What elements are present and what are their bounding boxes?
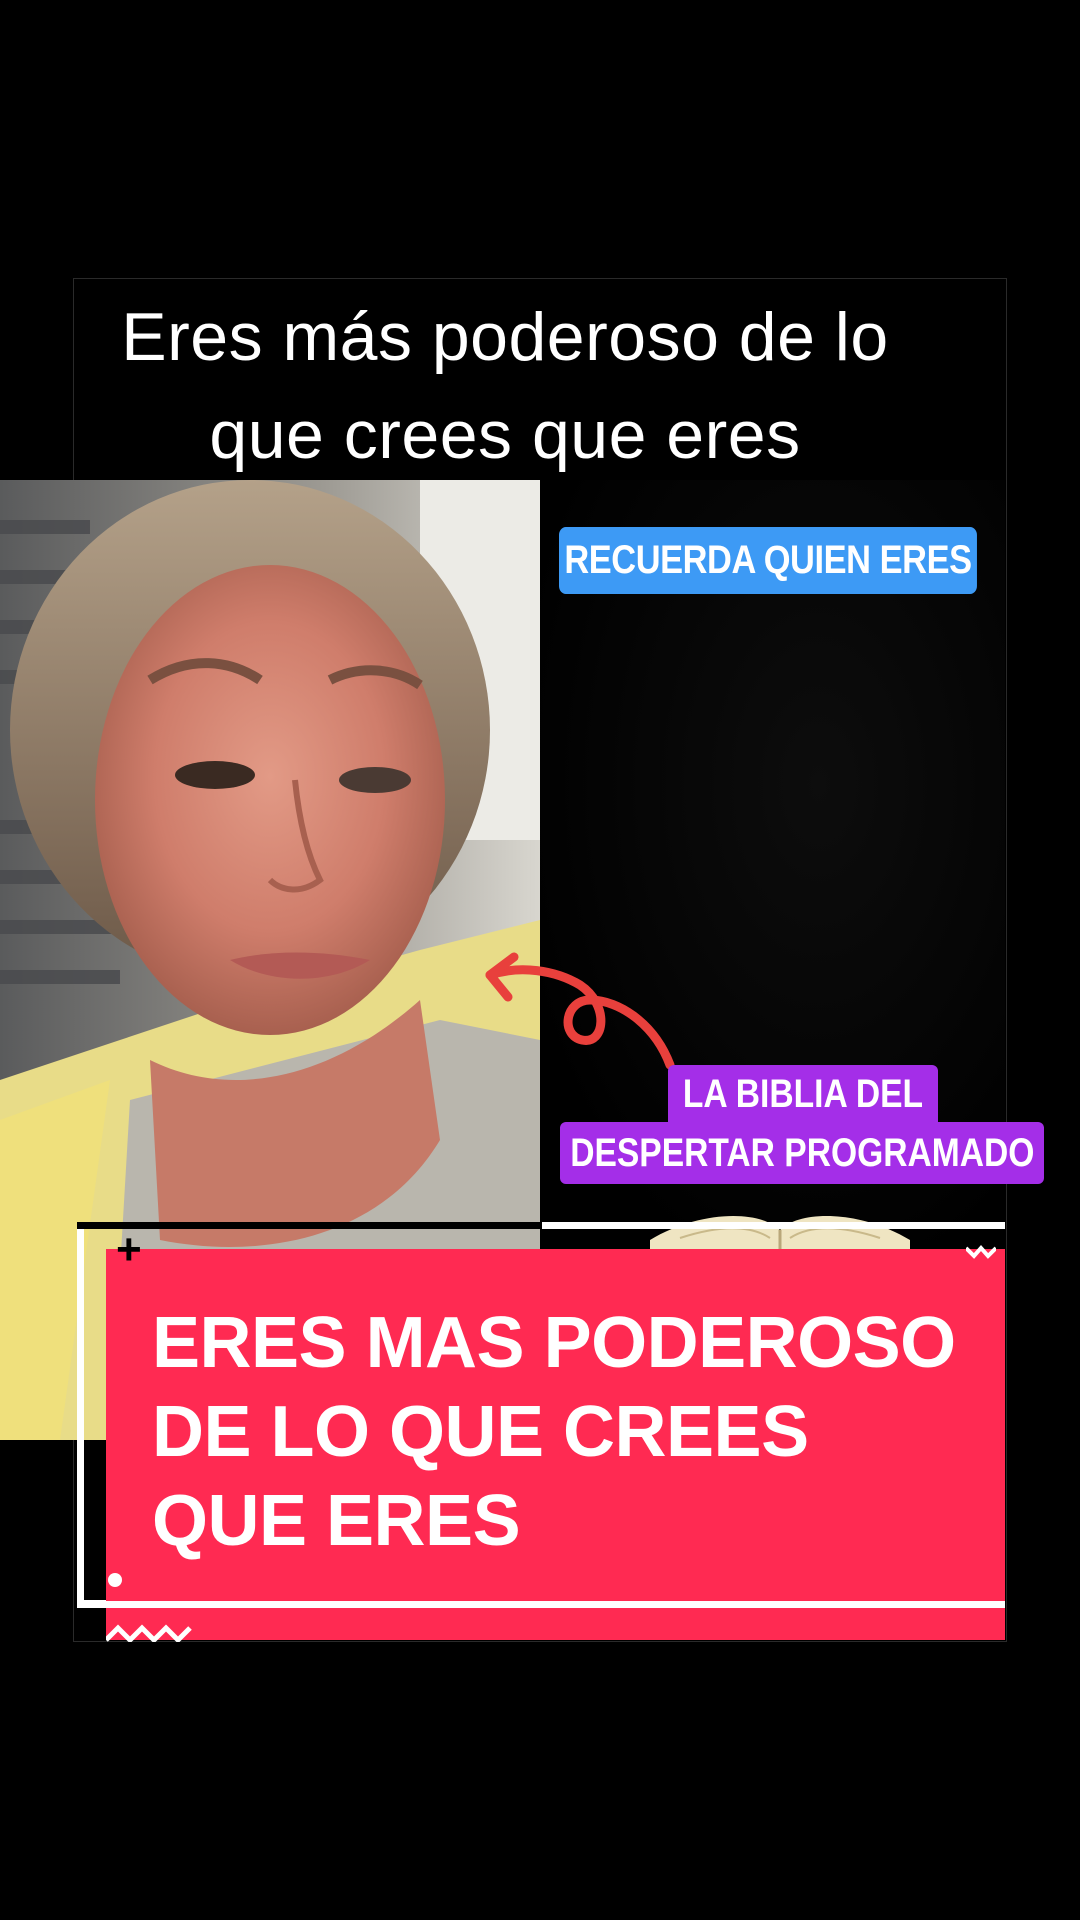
curly-arrow-icon bbox=[485, 952, 675, 1070]
top-caption-line-2: que crees que eres bbox=[209, 397, 801, 473]
card-bottom-bar bbox=[77, 1601, 1005, 1608]
video-stage: Eres más poderoso de lo que crees que er… bbox=[0, 0, 1080, 1920]
top-caption-line-1: Eres más poderoso de lo bbox=[121, 299, 889, 375]
tag-biblia-line-1: LA BIBLIA DEL bbox=[668, 1065, 938, 1123]
caption-card: ERES MAS PODEROSO DE LO QUE CREES QUE ER… bbox=[106, 1249, 1005, 1640]
plus-icon: + bbox=[116, 1225, 142, 1274]
tag-biblia-line-2: DESPERTAR PROGRAMADO bbox=[560, 1122, 1044, 1184]
corner-zigzag-icon bbox=[966, 1244, 996, 1259]
caption-card-text: ERES MAS PODEROSO DE LO QUE CREES QUE ER… bbox=[152, 1303, 956, 1561]
dot-icon bbox=[108, 1573, 122, 1587]
tag-recuerda: RECUERDA QUIEN ERES bbox=[559, 527, 977, 594]
zigzag-icon bbox=[106, 1624, 192, 1642]
tag-biblia-line-2-text: DESPERTAR PROGRAMADO bbox=[569, 1130, 1035, 1175]
top-caption: Eres más poderoso de lo que crees que er… bbox=[40, 288, 970, 484]
tag-biblia-line-1-text: LA BIBLIA DEL bbox=[682, 1071, 924, 1116]
